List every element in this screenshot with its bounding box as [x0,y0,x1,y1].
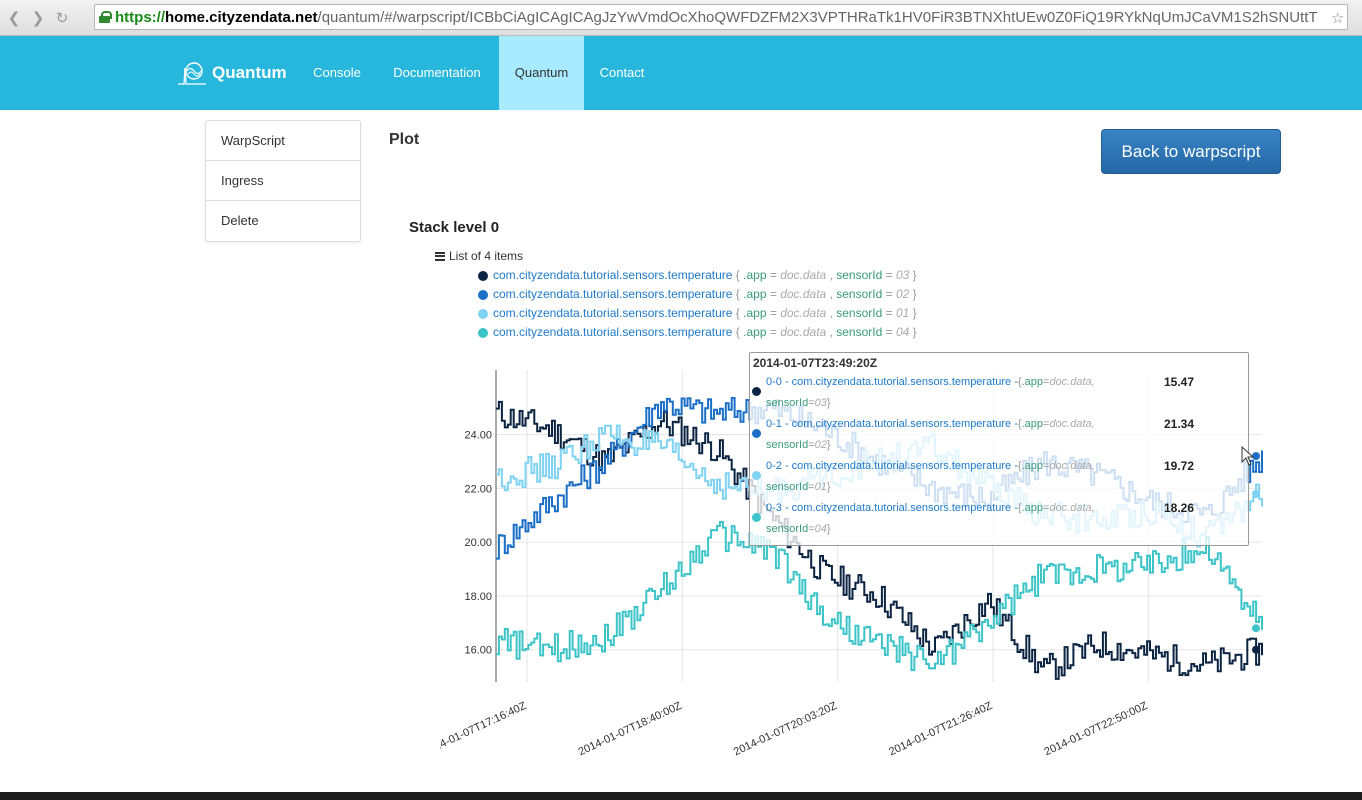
tooltip-value: 18.26 [1164,501,1195,515]
tooltip-value: 21.34 [1164,417,1195,431]
label-value-app: doc.data [780,325,827,339]
label-key-app: .app [743,287,767,301]
label-key-app: .app [743,325,767,339]
y-tick-label: 22.00 [464,483,492,495]
x-tick-label: 2014-01-07T18:40:00Z [577,700,684,759]
stack-level-title: Stack level 0 [409,219,500,236]
nav-contact[interactable]: Contact [586,36,658,110]
bookmark-star-icon[interactable]: ☆ [1331,10,1347,26]
back-arrow-icon[interactable]: ❮ [4,8,24,28]
y-tick-label: 20.00 [464,537,492,549]
label-value-sensor: 04 [895,325,910,339]
label-value-app: doc.data [780,268,827,282]
tooltip-label-sensor: 02 [814,439,827,451]
tooltip-series-name: 0-0 - com.cityzendata.tutorial.sensors.t… [766,376,1018,388]
tooltip-timestamp: 2014-01-07T23:49:20Z [753,356,878,370]
series-class-name: com.cityzendata.tutorial.sensors.tempera… [493,287,733,301]
tooltip-series-name: 0-3 - com.cityzendata.tutorial.sensors.t… [766,502,1018,514]
nav-quantum[interactable]: Quantum [499,36,584,110]
tooltip-label-app: doc.data, [1049,502,1095,514]
lock-icon [99,11,112,23]
label-key-sensor: sensorId [836,268,883,282]
tooltip-row: 0-2 - com.cityzendata.tutorial.sensors.t… [750,457,1250,499]
tooltip-value: 19.72 [1164,459,1195,473]
tooltip-row: 0-0 - com.cityzendata.tutorial.sensors.t… [750,373,1250,415]
series-class-name: com.cityzendata.tutorial.sensors.tempera… [493,306,733,320]
series-color-dot [478,289,488,300]
sidebar: WarpScript Ingress Delete [205,120,361,242]
sidebar-item-warpscript[interactable]: WarpScript [206,121,360,161]
series-end-point [1252,645,1260,654]
tooltip-label-app: doc.data, [1049,376,1095,388]
series-item[interactable]: com.cityzendata.tutorial.sensors.tempera… [478,266,917,285]
series-color-dot [752,387,761,396]
series-end-point [1252,624,1260,633]
y-tick-label: 16.00 [464,645,492,657]
back-to-warpscript-button[interactable]: Back to warpscript [1101,129,1281,174]
series-color-dot [752,513,761,522]
tooltip-label-sensor: 01 [814,481,827,493]
x-tick-label: 2014-01-07T17:16:40Z [440,700,529,759]
quantum-logo-icon [178,62,206,85]
label-value-sensor: 03 [895,268,910,282]
series-color-dot [752,471,761,480]
label-key-sensor: sensorId [836,306,883,320]
series-color-dot [478,308,488,319]
nav-documentation[interactable]: Documentation [378,36,496,110]
tooltip-label-sensor: 03 [814,397,827,409]
page-title: Plot [389,131,420,148]
url-host: home.cityzendata.net [165,8,318,26]
label-value-sensor: 02 [895,287,910,301]
series-color-dot [478,270,488,281]
url-scheme: https:// [115,8,165,26]
mouse-cursor-icon [1241,446,1255,466]
series-item[interactable]: com.cityzendata.tutorial.sensors.tempera… [478,323,917,342]
series-color-dot [478,327,488,338]
x-tick-label: 2014-01-07T21:26:40Z [887,700,994,759]
brand-name: Quantum [212,63,287,82]
series-class-name: com.cityzendata.tutorial.sensors.tempera… [493,268,733,282]
y-tick-label: 18.00 [464,591,492,603]
series-item[interactable]: com.cityzendata.tutorial.sensors.tempera… [478,304,917,323]
label-value-sensor: 01 [895,306,910,320]
sidebar-item-delete[interactable]: Delete [206,201,360,241]
series-color-dot [752,429,761,438]
list-header[interactable]: List of 4 items [435,249,523,263]
brand[interactable]: Quantum [176,60,287,86]
browser-toolbar: ❮ ❯ ↻ https:// home.cityzendata.net /qua… [0,0,1362,36]
series-class-name: com.cityzendata.tutorial.sensors.tempera… [493,325,733,339]
label-value-app: doc.data [780,306,827,320]
chart-tooltip: 2014-01-07T23:49:20Z 0-0 - com.cityzenda… [749,352,1249,546]
tooltip-row: 0-1 - com.cityzendata.tutorial.sensors.t… [750,415,1250,457]
x-tick-label: 2014-01-07T20:03:20Z [732,700,839,759]
tooltip-label-app: doc.data, [1049,460,1095,472]
tooltip-value: 15.47 [1164,375,1195,389]
label-value-app: doc.data [780,287,827,301]
series-list: com.cityzendata.tutorial.sensors.tempera… [478,266,917,342]
nav-console[interactable]: Console [300,36,374,110]
series-item[interactable]: com.cityzendata.tutorial.sensors.tempera… [478,285,917,304]
tooltip-label-sensor: 04 [814,523,827,535]
reload-icon[interactable]: ↻ [52,8,72,28]
forward-arrow-icon[interactable]: ❯ [28,8,48,28]
label-key-sensor: sensorId [836,287,883,301]
list-header-label: List of 4 items [449,249,524,263]
x-tick-label: 2014-01-07T22:50:00Z [1043,700,1150,759]
series-end-point [1252,489,1260,498]
tooltip-row: 0-3 - com.cityzendata.tutorial.sensors.t… [750,499,1250,541]
address-bar[interactable]: https:// home.cityzendata.net /quantum/#… [94,4,1348,30]
top-navbar: Quantum Console Documentation Quantum Co… [0,36,1362,110]
label-key-app: .app [743,268,767,282]
tooltip-label-app: doc.data, [1049,418,1095,430]
y-tick-label: 24.00 [464,430,492,442]
sidebar-item-ingress[interactable]: Ingress [206,161,360,201]
url-path: /quantum/#/warpscript/ICBbCiAgICAgICAgJz… [317,8,1318,26]
label-key-sensor: sensorId [836,325,883,339]
tooltip-series-name: 0-1 - com.cityzendata.tutorial.sensors.t… [766,418,1018,430]
list-icon [435,251,445,261]
tooltip-series-name: 0-2 - com.cityzendata.tutorial.sensors.t… [766,460,1018,472]
label-key-app: .app [743,306,767,320]
footer-bar [0,792,1362,800]
